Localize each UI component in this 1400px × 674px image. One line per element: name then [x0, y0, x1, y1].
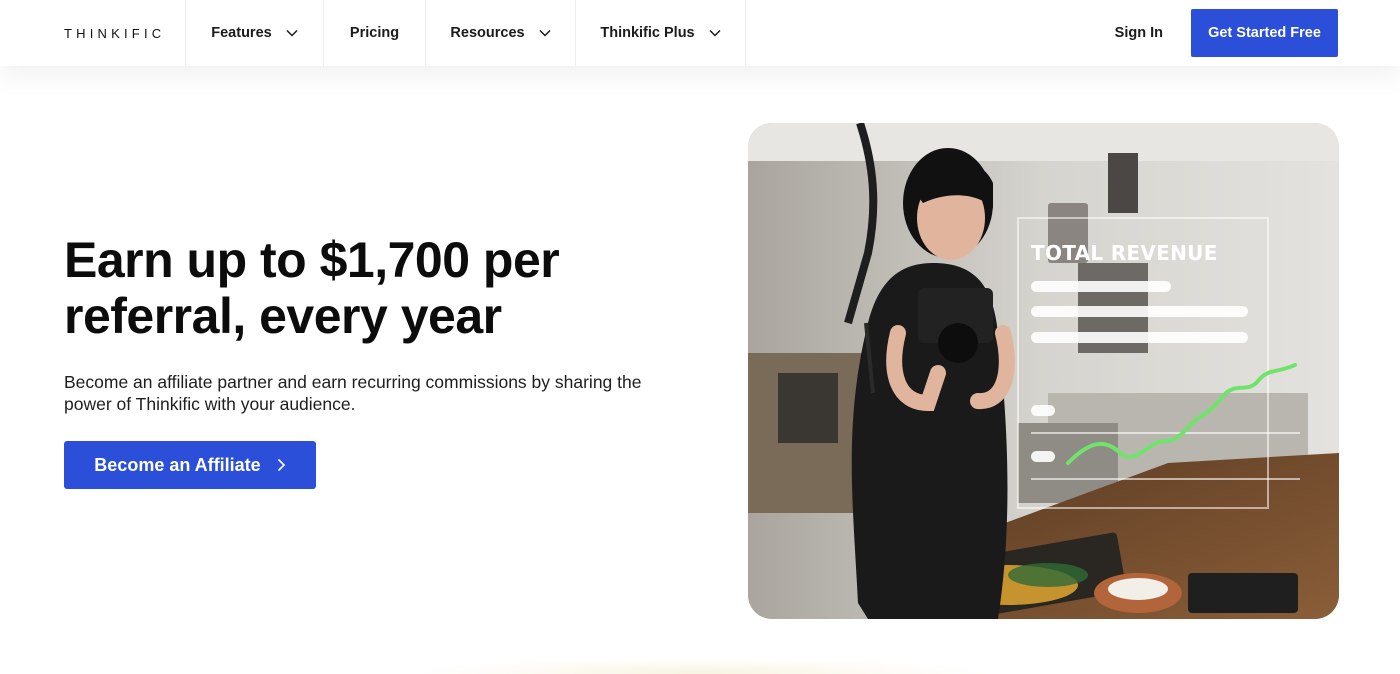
nav-resources-label: Resources	[450, 25, 525, 41]
nav-thinkific-plus[interactable]: Thinkific Plus	[576, 0, 746, 66]
nav-thinkific-plus-label: Thinkific Plus	[600, 25, 695, 41]
get-started-free-button[interactable]: Get Started Free	[1191, 9, 1338, 57]
chevron-right-icon	[277, 458, 285, 472]
become-affiliate-label: Become an Affiliate	[94, 454, 261, 475]
thinkific-logo[interactable]: THINKIFIC	[0, 0, 186, 66]
nav-pricing-label: Pricing	[349, 25, 400, 41]
photo-illustration	[748, 123, 1339, 619]
become-affiliate-button[interactable]: Become an Affiliate	[64, 441, 316, 489]
nav-resources[interactable]: Resources	[426, 0, 576, 66]
nav-pricing[interactable]: Pricing	[324, 0, 426, 66]
section-divider-glow	[410, 658, 990, 674]
header-actions: Sign In Get Started Free	[1115, 0, 1400, 66]
hero-title: Earn up to $1,700 per referral, every ye…	[64, 232, 560, 344]
nav-features-label: Features	[211, 25, 272, 41]
hero-photo: TOTAL REVENUE	[748, 123, 1339, 619]
sign-in-link[interactable]: Sign In	[1115, 25, 1163, 41]
chevron-down-icon	[539, 29, 551, 37]
total-revenue-label: TOTAL REVENUE	[1031, 241, 1218, 265]
chevron-down-icon	[286, 29, 298, 37]
hero-subtitle: Become an affiliate partner and earn rec…	[64, 372, 642, 414]
nav-features[interactable]: Features	[186, 0, 324, 66]
chevron-down-icon	[709, 29, 721, 37]
site-header: THINKIFIC Features Pricing Resources Thi…	[0, 0, 1400, 66]
